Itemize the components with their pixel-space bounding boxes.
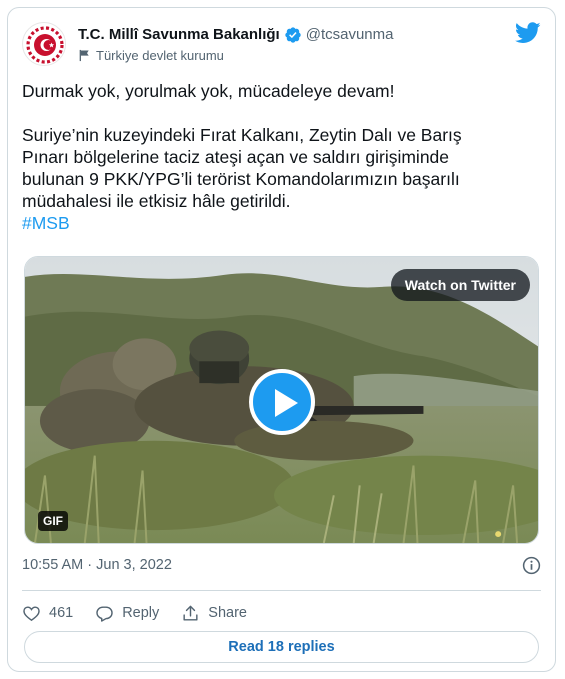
display-name[interactable]: T.C. Millî Savunma Bakanlığı	[78, 26, 280, 43]
tweet-headline: Durmak yok, yorulmak yok, mücadeleye dev…	[22, 81, 395, 101]
read-replies-button[interactable]: Read 18 replies	[24, 631, 539, 663]
tweet-meta: 10:55 AM · Jun 3, 2022	[22, 556, 541, 576]
like-button[interactable]: 461	[22, 604, 73, 623]
government-account-label: Türkiye devlet kurumu	[96, 47, 224, 63]
tweet-card: T.C. Millî Savunma Bakanlığı @tcsavunma …	[7, 7, 556, 672]
play-icon	[275, 389, 298, 417]
reply-icon	[96, 605, 113, 622]
tweet-text: Durmak yok, yorulmak yok, mücadeleye dev…	[22, 80, 537, 234]
share-label: Share	[208, 605, 247, 621]
divider	[22, 590, 541, 591]
reply-button[interactable]: Reply	[95, 604, 159, 623]
avatar[interactable]	[22, 22, 66, 66]
info-icon[interactable]	[522, 556, 541, 575]
tweet-header: T.C. Millî Savunma Bakanlığı @tcsavunma …	[22, 20, 541, 68]
government-flag-icon	[79, 49, 89, 61]
gif-badge: GIF	[38, 511, 68, 531]
tweet-body: Suriye’nin kuzeyindeki Fırat Kalkanı, Ze…	[22, 125, 462, 211]
tweet-actions: 461 Reply Share	[22, 601, 269, 625]
like-count: 461	[49, 605, 74, 621]
share-button[interactable]: Share	[181, 604, 247, 623]
heart-icon	[23, 605, 40, 621]
timestamp[interactable]: 10:55 AM · Jun 3, 2022	[22, 557, 172, 573]
share-icon	[183, 605, 198, 621]
handle[interactable]: @tcsavunma	[306, 26, 394, 43]
play-button[interactable]	[249, 369, 315, 435]
verified-badge-icon	[285, 26, 301, 43]
media-gif[interactable]: Watch on Twitter GIF	[24, 256, 539, 544]
reply-label: Reply	[122, 605, 160, 621]
hashtag-link[interactable]: #MSB	[22, 212, 537, 234]
ministry-logo-icon	[24, 24, 65, 65]
twitter-bird-icon[interactable]	[515, 22, 541, 44]
watch-on-twitter-button[interactable]: Watch on Twitter	[390, 269, 530, 301]
